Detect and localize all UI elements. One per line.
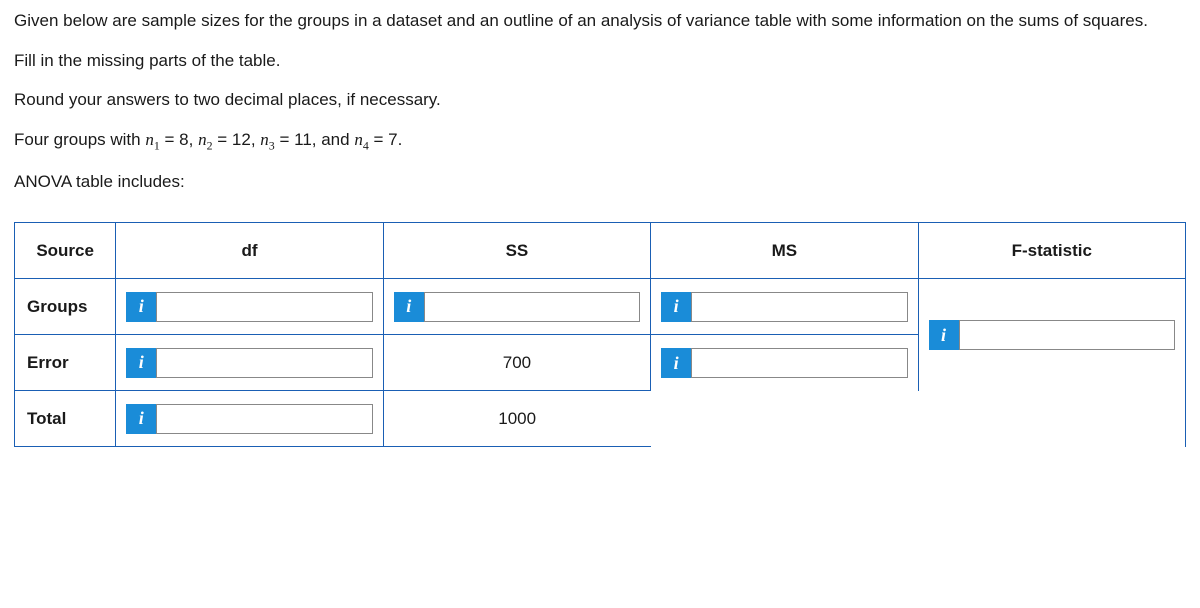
instruction-round: Round your answers to two decimal places… — [14, 87, 1186, 113]
error-df-input[interactable] — [156, 348, 372, 378]
header-f: F-statistic — [918, 223, 1185, 279]
row-error-label: Error — [15, 335, 116, 391]
f-statistic-input[interactable] — [959, 320, 1175, 350]
header-df: df — [116, 223, 383, 279]
row-groups-label: Groups — [15, 279, 116, 335]
groups-df-input[interactable] — [156, 292, 372, 322]
info-icon[interactable]: i — [661, 292, 691, 322]
row-total-label: Total — [15, 391, 116, 447]
intro-text: Given below are sample sizes for the gro… — [14, 8, 1186, 34]
info-icon[interactable]: i — [126, 404, 156, 434]
groups-ss-input[interactable] — [424, 292, 640, 322]
error-ss-value: 700 — [383, 335, 650, 391]
header-source: Source — [15, 223, 116, 279]
groups-ms-input[interactable] — [691, 292, 907, 322]
total-ss-value: 1000 — [383, 391, 650, 447]
info-icon[interactable]: i — [929, 320, 959, 350]
header-ms: MS — [651, 223, 918, 279]
info-icon[interactable]: i — [394, 292, 424, 322]
info-icon[interactable]: i — [126, 348, 156, 378]
info-icon[interactable]: i — [126, 292, 156, 322]
anova-label: ANOVA table includes: — [14, 169, 1186, 195]
error-ms-input[interactable] — [691, 348, 907, 378]
info-icon[interactable]: i — [661, 348, 691, 378]
groups-description: Four groups with n1 = 8, n2 = 12, n3 = 1… — [14, 127, 1186, 155]
header-ss: SS — [383, 223, 650, 279]
total-df-input[interactable] — [156, 404, 372, 434]
anova-table: Source df SS MS F-statistic Groups i i i — [14, 222, 1186, 447]
instruction-fill: Fill in the missing parts of the table. — [14, 48, 1186, 74]
